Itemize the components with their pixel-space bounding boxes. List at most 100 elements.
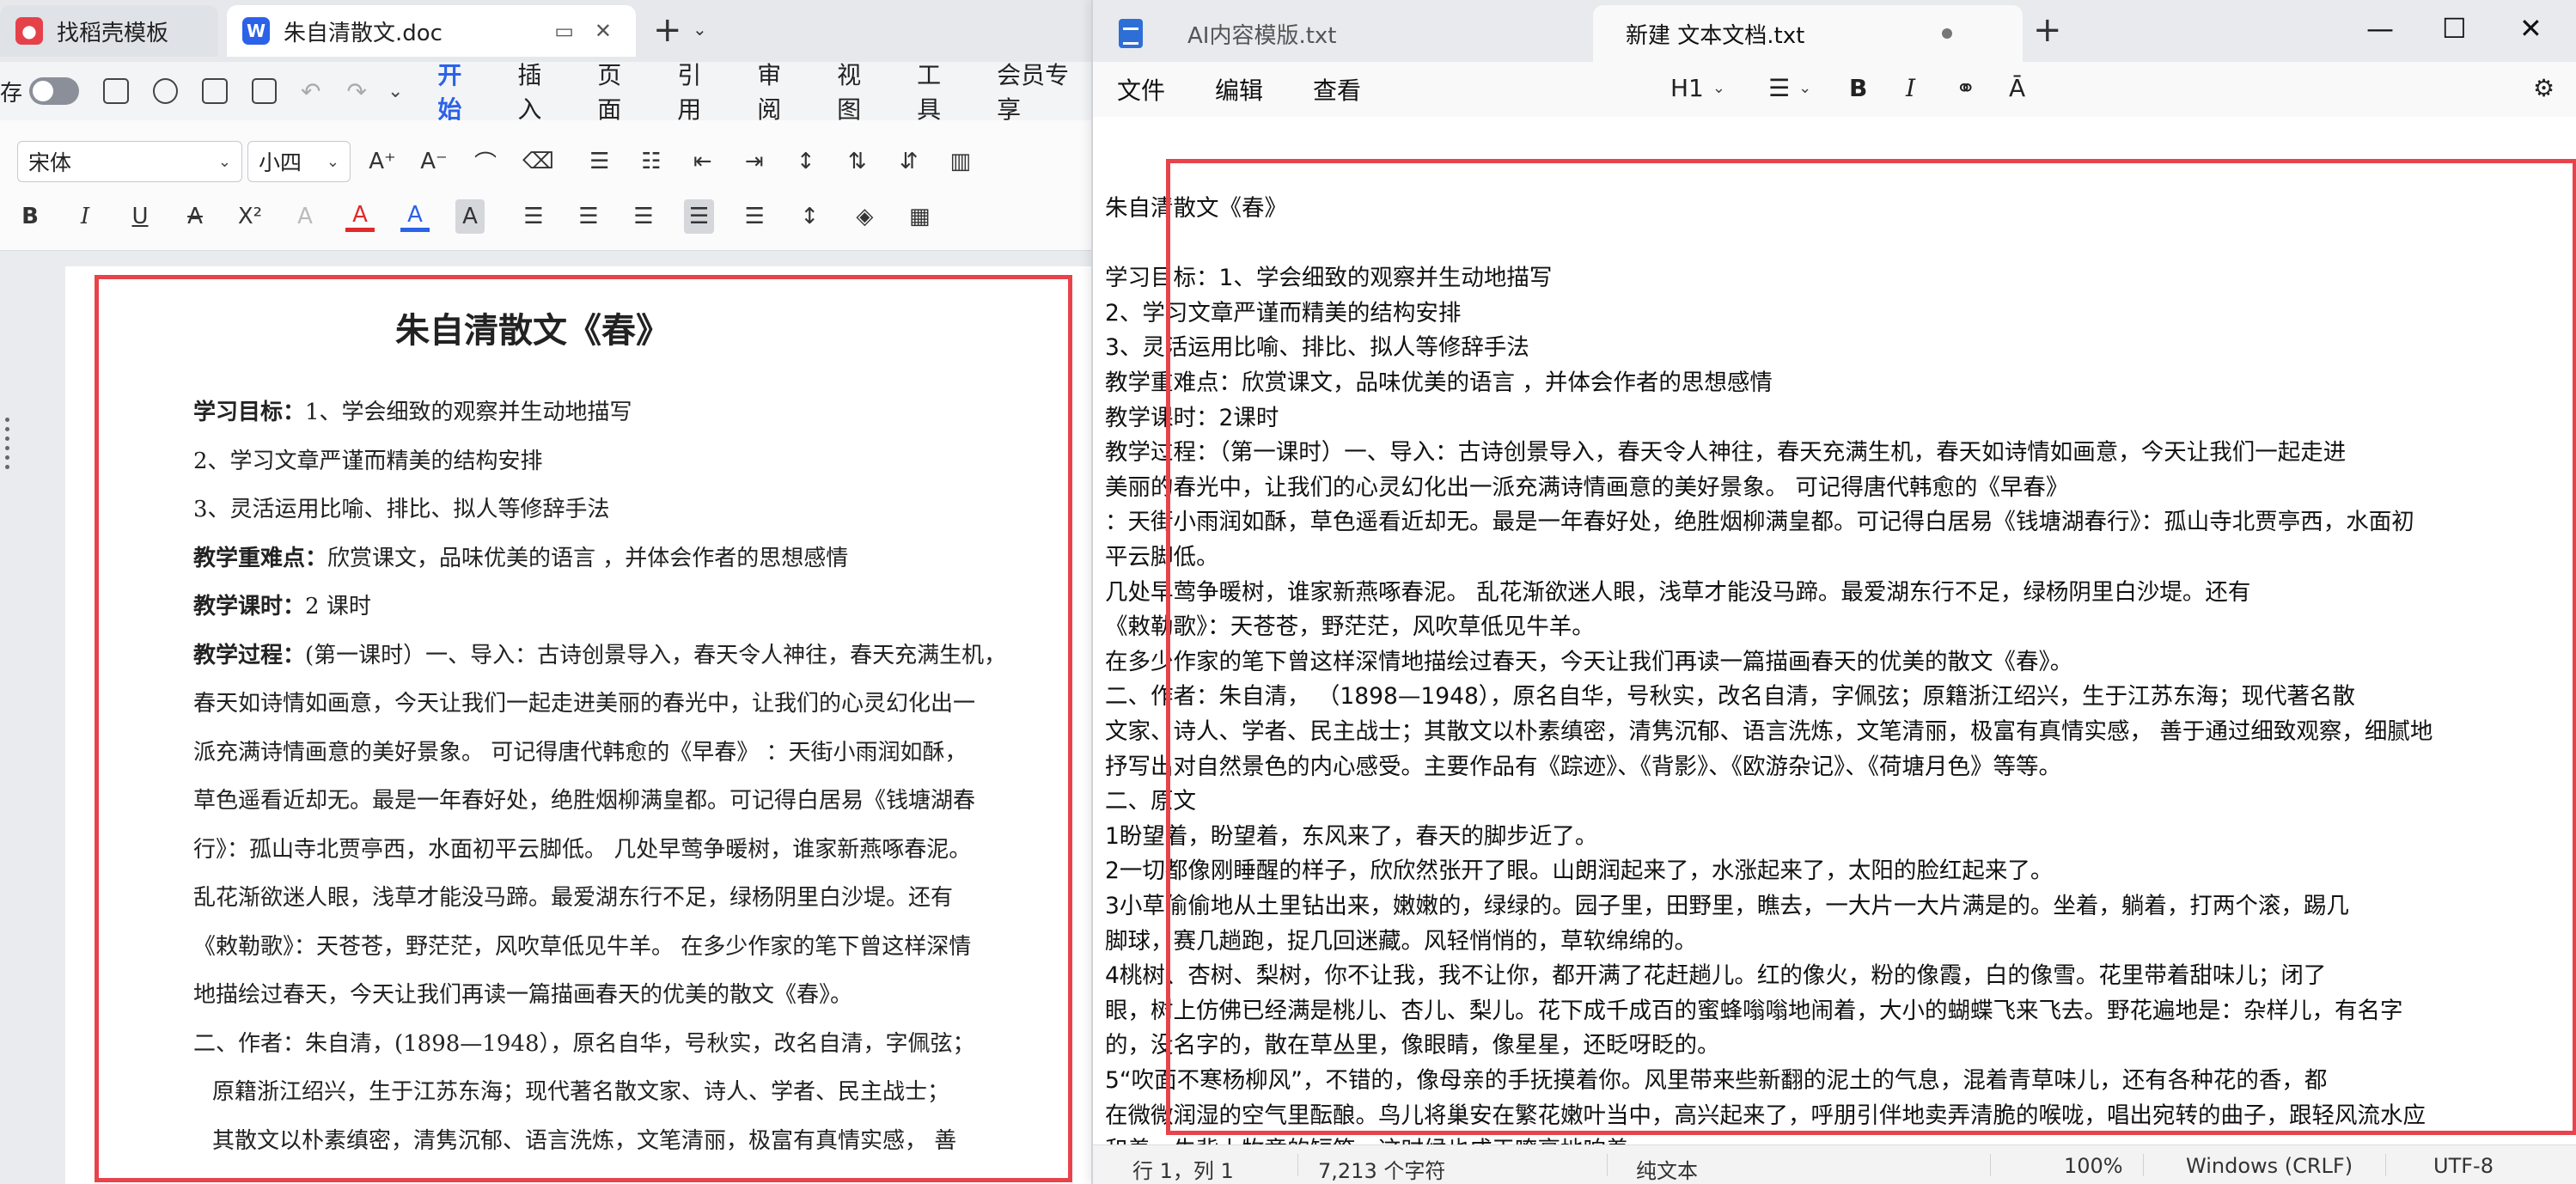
unsaved-dot-icon[interactable] <box>1942 28 1952 39</box>
heading-select[interactable]: H1 ⌄ <box>1670 74 1725 102</box>
bold-button[interactable]: B <box>15 199 45 234</box>
doc-paragraph: 春天如诗情如画意，今天让我们一起走进美丽的春光中，让我们的心灵幻化出一 <box>193 680 1087 729</box>
text-effect-icon[interactable]: A <box>290 199 320 234</box>
print-preview-icon[interactable] <box>251 78 278 104</box>
new-tab-plus-icon[interactable]: + <box>653 10 682 50</box>
grow-font-icon[interactable]: A⁺ <box>368 144 397 179</box>
menu-view[interactable]: 查看 <box>1313 72 1361 107</box>
chevron-down-icon[interactable]: ⌄ <box>388 81 403 102</box>
tab-ai-template[interactable]: AI内容模版.txt <box>1093 5 1591 62</box>
line-spacing-icon[interactable]: ↕ <box>795 199 824 234</box>
toggle-switch[interactable] <box>29 77 80 105</box>
menu-page[interactable]: 页面 <box>597 57 644 125</box>
clear-format-icon[interactable]: ⌫ <box>522 144 554 179</box>
chevron-down-icon[interactable]: ⌄ <box>693 19 707 40</box>
font-size-select[interactable]: 小四 ⌄ <box>247 141 351 182</box>
close-tab-icon[interactable]: ✕ <box>595 19 612 43</box>
paragraph-text: 3、灵活运用比喻、排比、拟人等修辞手法 <box>193 497 610 522</box>
encoding[interactable]: UTF-8 <box>2433 1154 2494 1178</box>
autosave-toggle[interactable]: 存 <box>0 76 80 107</box>
indent-icon[interactable]: ⇥ <box>740 144 769 179</box>
document-paragraphs: 学习目标：1、学会细致的观察并生动地描写 2、学习文章严谨而精美的结构安排 3、灵活… <box>193 388 1087 1165</box>
line-ending[interactable]: Windows (CRLF) <box>2186 1154 2353 1178</box>
link-icon[interactable]: ⚭ <box>1956 74 1975 102</box>
brush-icon[interactable] <box>152 78 179 104</box>
phonetic-icon[interactable]: ⌒ <box>471 144 500 179</box>
notepad-window: AI内容模版.txt 新建 文本文档.txt + — ☐ ✕ 文件 编辑 查看 … <box>1091 0 2576 1184</box>
editor-line: 3小草偷偷地从土里钻出来，嫩嫩的，绿绿的。园子里，田野里，瞧去，一大片一大片满是… <box>1105 893 2349 919</box>
superscript-button[interactable]: X² <box>235 199 265 234</box>
text-direction-icon[interactable]: ↕ <box>791 144 821 179</box>
justify-icon[interactable]: ☰ <box>684 199 715 234</box>
chevron-down-icon: ⌄ <box>1712 79 1725 97</box>
minimize-icon[interactable]: — <box>2366 12 2394 45</box>
list-select[interactable]: ☰ ⌄ <box>1768 74 1811 102</box>
numbered-list-icon[interactable]: ☷ <box>637 144 666 179</box>
editor-line: 学习目标：1、学会细致的观察并生动地描写 <box>1105 265 1553 292</box>
sort-icon[interactable]: ⇵ <box>894 144 924 179</box>
wps-menu-bar: 存 ↶ ↷ ⌄ 开始 插入 页面 引用 审阅 视图 工具 会员专享 <box>0 61 1091 134</box>
tab-document[interactable]: W 朱自清散文.doc ▭ ✕ <box>227 5 636 57</box>
menu-home[interactable]: 开始 <box>437 57 485 134</box>
menu-insert[interactable]: 插入 <box>517 57 565 125</box>
highlight-color-button[interactable]: A <box>345 201 375 232</box>
document-body[interactable]: 朱自清散文《春》 学习目标：1、学会细致的观察并生动地描写 2、学习文章严谨而精美… <box>193 302 1087 1165</box>
redo-icon[interactable]: ↷ <box>346 77 366 106</box>
font-name-select[interactable]: 宋体 ⌄ <box>17 141 242 182</box>
shading-icon[interactable]: ◈ <box>850 199 879 234</box>
zoom-level[interactable]: 100% <box>2064 1154 2123 1178</box>
menu-view[interactable]: 视图 <box>837 57 884 125</box>
shrink-font-icon[interactable]: A⁻ <box>419 144 449 179</box>
distributed-icon[interactable]: ☰ <box>740 199 769 234</box>
undo-icon[interactable]: ↶ <box>301 77 320 106</box>
window-icon[interactable]: ▭ <box>554 19 574 43</box>
tab-label: AI内容模版.txt <box>1187 22 1337 49</box>
drag-handle-icon[interactable] <box>5 418 17 469</box>
paragraph-text: 原籍浙江绍兴，生于江苏东海；现代著名散文家、诗人、学者、民主战士； <box>212 1079 950 1105</box>
align-left-icon[interactable]: ☰ <box>519 199 548 234</box>
paragraph-text: 2、学习文章严谨而精美的结构安排 <box>193 448 543 474</box>
italic-button[interactable]: I <box>70 199 100 234</box>
print-icon[interactable] <box>202 78 228 104</box>
wps-window: ● 找稻壳模板 W 朱自清散文.doc ▭ ✕ + ⌄ 存 ↶ ↷ ⌄ 开始 插… <box>0 0 1091 1184</box>
bold-button[interactable]: B <box>1849 74 1867 102</box>
paragraph-text: 乱花渐欲迷人眼，浅草才能没马蹄。最爱湖东行不足，绿杨阴里白沙堤。还有 <box>193 885 954 911</box>
maximize-icon[interactable]: ☐ <box>2442 12 2467 45</box>
settings-gear-icon[interactable]: ⚙ <box>2533 74 2555 102</box>
tab-new-text-doc[interactable]: 新建 文本文档.txt <box>1593 5 2023 62</box>
tab-template-store[interactable]: ● 找稻壳模板 <box>0 5 218 57</box>
paragraph-text: 春天如诗情如画意，今天让我们一起走进美丽的春光中，让我们的心灵幻化出一 <box>193 691 976 717</box>
border-icon[interactable]: ▦ <box>905 199 934 234</box>
underline-button[interactable]: U <box>125 199 155 234</box>
align-center-icon[interactable]: ☰ <box>574 199 603 234</box>
bullet-list-icon[interactable]: ☰ <box>585 144 614 179</box>
chevron-down-icon: ⌄ <box>1798 79 1812 97</box>
wps-ribbon: 宋体 ⌄ 小四 ⌄ A⁺ A⁻ ⌒ ⌫ ☰ ☷ ⇤ ⇥ ↕ ⇅ ⇵ ▥ B I … <box>0 120 1091 251</box>
paragraph-text: 欣赏课文，品味优美的语言 ，并体会作者的思想感情 <box>327 545 849 571</box>
menu-review[interactable]: 审阅 <box>757 57 804 125</box>
italic-button[interactable]: I <box>1906 74 1915 102</box>
notepad-editor[interactable]: 朱自清散文《春》 学习目标：1、学会细致的观察并生动地描写 2、学习文章严谨而精… <box>1093 117 2576 1144</box>
new-tab-plus-icon[interactable]: + <box>2033 10 2062 50</box>
outdent-icon[interactable]: ⇤ <box>688 144 717 179</box>
menu-references[interactable]: 引用 <box>677 57 724 125</box>
char-shading-icon[interactable]: A <box>455 199 485 234</box>
close-window-icon[interactable]: ✕ <box>2519 12 2542 45</box>
column-icon[interactable]: ▥ <box>946 144 975 179</box>
editor-line: 5“吹面不寒杨柳风”，不错的，像母亲的手抚摸着你。风里带来些新翻的泥土的气息，混… <box>1105 1067 2328 1094</box>
line-sort-icon[interactable]: ⇅ <box>843 144 872 179</box>
heading-value: H1 <box>1670 74 1704 102</box>
clear-formatting-icon[interactable]: Ā <box>2009 74 2025 102</box>
paragraph-label: 教学重难点： <box>193 545 328 571</box>
menu-edit[interactable]: 编辑 <box>1215 72 1263 107</box>
menu-tools[interactable]: 工具 <box>917 57 964 125</box>
editor-line: 4桃树、杏树、梨树，你不让我，我不让你，都开满了花赶趟儿。红的像火，粉的像霞，白… <box>1105 962 2327 990</box>
menu-member[interactable]: 会员专享 <box>997 57 1091 125</box>
font-color-button[interactable]: A <box>400 201 430 232</box>
save-icon[interactable] <box>103 78 129 104</box>
paragraph-label: 教学过程： <box>193 642 306 668</box>
align-right-icon[interactable]: ☰ <box>629 199 658 234</box>
strikethrough-button[interactable]: A <box>180 199 210 234</box>
editor-line: 美丽的春光中，让我们的心灵幻化出一派充满诗情画意的美好景象。 可记得唐代韩愈的《… <box>1105 473 2069 501</box>
menu-file[interactable]: 文件 <box>1117 72 1165 107</box>
